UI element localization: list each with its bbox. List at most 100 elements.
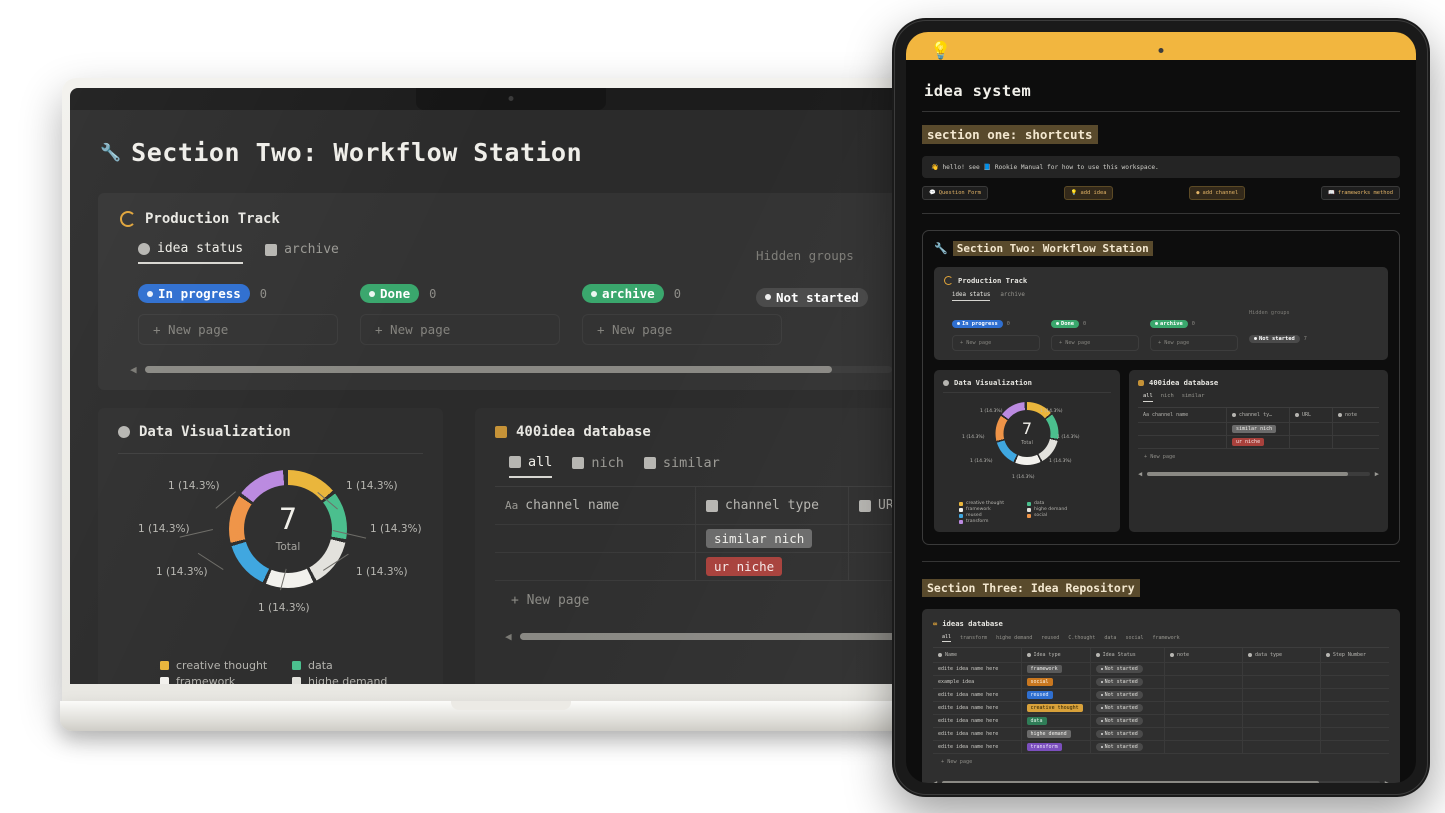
cell-step-number[interactable] <box>1321 715 1389 727</box>
ideas-tab-framework[interactable]: framework <box>1153 635 1180 641</box>
cell-note[interactable] <box>1165 663 1243 675</box>
column-header-data-type[interactable]: data type <box>1243 648 1321 662</box>
cell-channel-name[interactable] <box>495 553 696 580</box>
cell-step-number[interactable] <box>1321 702 1389 714</box>
scrollbar-thumb[interactable] <box>942 781 1319 783</box>
column-header-channel-name[interactable]: Aa channel name <box>495 487 696 524</box>
frameworks-method-button[interactable]: 📖 frameworks method <box>1321 186 1400 200</box>
column-header-channel-type[interactable]: channel ty… <box>1227 408 1290 422</box>
table-row[interactable]: edite idea name here transform Not start… <box>933 740 1389 753</box>
cell-note[interactable] <box>1165 728 1243 740</box>
cell-idea-status[interactable]: Not started <box>1091 663 1166 675</box>
cell-note[interactable] <box>1333 423 1379 435</box>
cell-note[interactable] <box>1333 436 1379 448</box>
new-page-button-done[interactable]: + New page <box>360 314 560 345</box>
tab-idea-status[interactable]: idea status <box>952 292 991 301</box>
table-row[interactable]: edite idea name here reused Not started <box>933 688 1389 701</box>
cell-name[interactable]: edite idea name here <box>933 741 1022 753</box>
cell-data-type[interactable] <box>1243 728 1321 740</box>
column-header-note[interactable]: note <box>1333 408 1379 422</box>
db-tab-similar[interactable]: similar <box>1182 393 1205 402</box>
cell-note[interactable] <box>1165 715 1243 727</box>
chevron-left-icon[interactable]: ◀ <box>505 630 512 643</box>
cell-name[interactable]: edite idea name here <box>933 715 1022 727</box>
cell-url[interactable] <box>1290 436 1333 448</box>
new-page-button[interactable]: + New page <box>1150 335 1238 351</box>
scrollbar-thumb[interactable] <box>1147 472 1348 476</box>
ideas-tab-data[interactable]: data <box>1104 635 1116 641</box>
status-badge-in-progress[interactable]: In progress <box>138 284 250 303</box>
cell-idea-type[interactable]: data <box>1022 715 1091 727</box>
cell-note[interactable] <box>1165 741 1243 753</box>
cell-idea-status[interactable]: Not started <box>1091 728 1166 740</box>
cell-channel-type[interactable]: ur niche <box>696 553 849 580</box>
cell-name[interactable]: edite idea name here <box>933 689 1022 701</box>
chevron-left-icon[interactable]: ◀ <box>1138 470 1142 478</box>
cell-step-number[interactable] <box>1321 676 1389 688</box>
cell-idea-type[interactable]: social <box>1022 676 1091 688</box>
cell-data-type[interactable] <box>1243 676 1321 688</box>
cell-idea-type[interactable]: highe demand <box>1022 728 1091 740</box>
cell-name[interactable]: edite idea name here <box>933 702 1022 714</box>
chevron-left-icon[interactable]: ◀ <box>933 779 937 783</box>
chevron-right-icon[interactable]: ▶ <box>1385 779 1389 783</box>
ideas-scrollbar[interactable]: ◀ ▶ <box>933 779 1389 783</box>
database-scrollbar[interactable]: ◀ ▶ <box>1138 470 1379 478</box>
status-badge-done[interactable]: Done <box>360 284 420 303</box>
cell-name[interactable]: edite idea name here <box>933 663 1022 675</box>
cell-idea-status[interactable]: Not started <box>1091 702 1166 714</box>
cell-idea-type[interactable]: transform <box>1022 741 1091 753</box>
cell-data-type[interactable] <box>1243 663 1321 675</box>
column-header-name[interactable]: Name <box>933 648 1022 662</box>
cell-data-type[interactable] <box>1243 715 1321 727</box>
column-header-note[interactable]: note <box>1165 648 1243 662</box>
cell-idea-status[interactable]: Not started <box>1091 676 1166 688</box>
cell-idea-status[interactable]: Not started <box>1091 715 1166 727</box>
cell-note[interactable] <box>1165 689 1243 701</box>
cell-name[interactable]: edite idea name here <box>933 728 1022 740</box>
table-row[interactable]: ur niche <box>495 552 952 580</box>
status-badge-done[interactable]: Done <box>1051 319 1079 328</box>
ideas-tab-all[interactable]: all <box>942 634 952 642</box>
cell-note[interactable] <box>1165 702 1243 714</box>
database-new-page-button[interactable]: + New page <box>495 580 952 608</box>
table-row[interactable]: similar nich <box>495 524 952 552</box>
column-header-channel-name[interactable]: Aa channel name <box>1138 408 1227 422</box>
status-badge-in-progress[interactable]: In progress <box>952 319 1003 328</box>
cell-data-type[interactable] <box>1243 702 1321 714</box>
table-row[interactable]: ur niche <box>1138 435 1379 448</box>
cell-name[interactable]: example idea <box>933 676 1022 688</box>
new-page-button[interactable]: + New page <box>1051 335 1139 351</box>
cell-step-number[interactable] <box>1321 728 1389 740</box>
tab-idea-status[interactable]: idea status <box>138 241 244 264</box>
cell-channel-type[interactable]: similar nich <box>1227 423 1290 435</box>
new-page-button-archive[interactable]: + New page <box>582 314 782 345</box>
cell-idea-status[interactable]: Not started <box>1091 689 1166 701</box>
cell-data-type[interactable] <box>1243 689 1321 701</box>
cell-step-number[interactable] <box>1321 689 1389 701</box>
ideas-tab-social[interactable]: social <box>1125 635 1143 641</box>
chevron-left-icon[interactable]: ◀ <box>130 363 137 376</box>
cell-note[interactable] <box>1165 676 1243 688</box>
column-header-idea-type[interactable]: Idea type <box>1022 648 1091 662</box>
cell-idea-type[interactable]: creative thought <box>1022 702 1091 714</box>
new-page-button-in-progress[interactable]: + New page <box>138 314 338 345</box>
cell-channel-name[interactable] <box>1138 423 1227 435</box>
cell-channel-type[interactable]: ur niche <box>1227 436 1290 448</box>
db-tab-all[interactable]: all <box>509 454 553 478</box>
cell-step-number[interactable] <box>1321 741 1389 753</box>
scrollbar-track[interactable] <box>1147 472 1370 476</box>
cell-data-type[interactable] <box>1243 741 1321 753</box>
cell-idea-type[interactable]: framework <box>1022 663 1091 675</box>
ideas-tab-transform[interactable]: transform <box>960 635 987 641</box>
scrollbar-track[interactable] <box>942 781 1380 783</box>
cell-url[interactable] <box>1290 423 1333 435</box>
column-header-idea-status[interactable]: Idea Status <box>1091 648 1166 662</box>
tab-archive[interactable]: archive <box>265 241 339 264</box>
database-scrollbar[interactable]: ◀ <box>505 630 952 643</box>
table-row[interactable]: edite idea name here framework Not start… <box>933 662 1389 675</box>
cell-idea-status[interactable]: Not started <box>1091 741 1166 753</box>
table-row[interactable]: edite idea name here creative thought No… <box>933 701 1389 714</box>
status-badge-archive[interactable]: archive <box>582 284 664 303</box>
db-tab-all[interactable]: all <box>1143 393 1153 402</box>
